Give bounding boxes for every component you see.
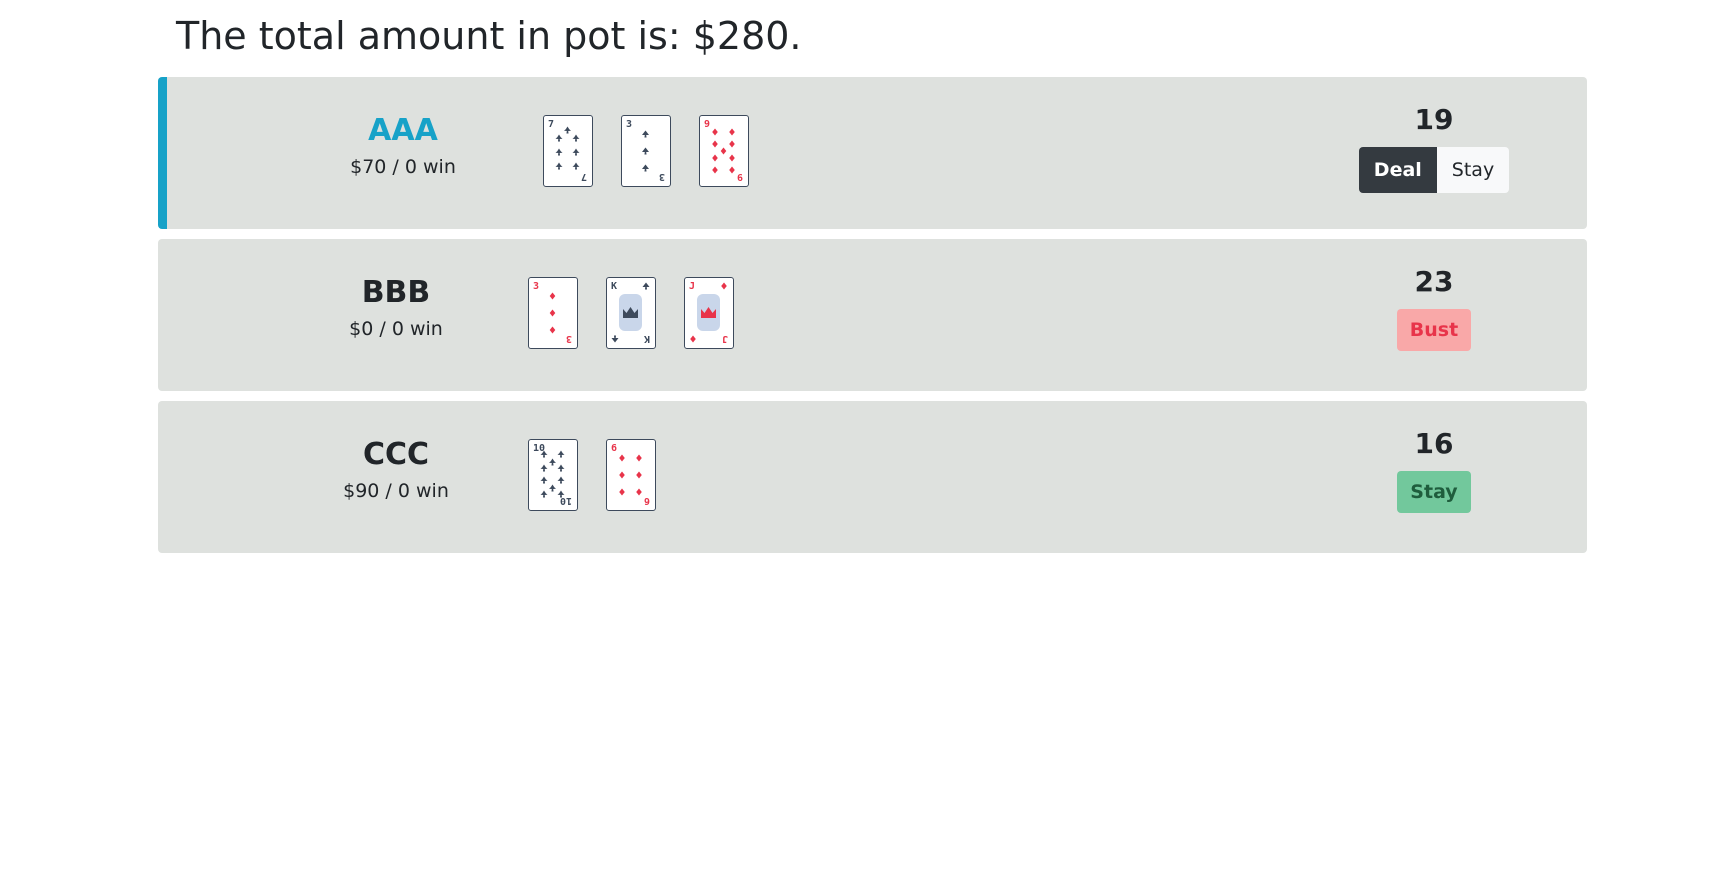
player-row-aaa: AAA $70 / 0 win 77 33 99 19 Deal Stay (158, 77, 1587, 229)
diamonds-card-face: 33 (533, 281, 572, 344)
player-info: CCC $90 / 0 win (296, 437, 496, 505)
hand-area: 19 Deal Stay (1334, 103, 1534, 193)
card-rank: 6 (644, 495, 650, 506)
hand-area: 23 Bust (1334, 265, 1534, 351)
player-money: $0 / 0 win (349, 318, 443, 340)
player-money: $90 / 0 win (343, 480, 449, 502)
hand-score: 23 (1414, 265, 1454, 298)
diamonds-pips (712, 128, 735, 174)
player-name: AAA (368, 113, 438, 148)
players-list: AAA $70 / 0 win 77 33 99 19 Deal Stay BB… (158, 77, 1587, 563)
playing-card: JJ (684, 277, 734, 349)
hand-score: 16 (1414, 427, 1454, 460)
clubs-card-face: 1010 (533, 443, 572, 506)
card-rank: 3 (566, 333, 572, 344)
player-name: CCC (362, 437, 430, 472)
card-rank: 6 (611, 443, 617, 454)
player-info: BBB $0 / 0 win (296, 275, 496, 343)
card-rank: K (611, 281, 617, 292)
action-buttons: Deal Stay (1358, 147, 1510, 193)
stay-button[interactable]: Stay (1436, 147, 1510, 193)
pot-title: The total amount in pot is: $280. (176, 14, 802, 58)
playing-card: 10 10 (528, 439, 578, 511)
player-money: $70 / 0 win (350, 156, 456, 178)
clubs-pips (540, 450, 565, 498)
card-rank: 7 (548, 119, 554, 130)
card-rank: 3 (659, 171, 665, 182)
card-rank: 9 (704, 119, 710, 130)
playing-card: KK (606, 277, 656, 349)
hand-score: 19 (1414, 103, 1454, 136)
diamonds-pips (549, 292, 556, 334)
player-row-ccc: CCC $90 / 0 win 10 10 66 16 Stay (158, 401, 1587, 553)
clubs-card-face: 77 (548, 119, 587, 182)
player-cards: 10 10 66 (528, 439, 656, 511)
playing-card: 33 (621, 115, 671, 187)
deal-button[interactable]: Deal (1358, 147, 1437, 193)
card-rank: 7 (581, 171, 587, 182)
diamonds-card-face: 66 (611, 443, 650, 506)
hand-area: 16 Stay (1334, 427, 1534, 513)
card-rank: 3 (533, 281, 539, 292)
spades-card-face: KK (611, 281, 650, 344)
card-rank: K (644, 333, 650, 344)
playing-card: 33 (528, 277, 578, 349)
player-info: AAA $70 / 0 win (303, 113, 503, 181)
player-name: BBB (361, 275, 431, 310)
playing-card: 66 (606, 439, 656, 511)
spades-pips (642, 130, 649, 172)
bust-badge: Bust (1397, 309, 1471, 351)
player-cards: 33 KK JJ (528, 277, 734, 349)
diamonds-card-face: JJ (689, 281, 728, 344)
player-row-bbb: BBB $0 / 0 win 33 KK JJ 23 Bust (158, 239, 1587, 391)
blackjack-table: The total amount in pot is: $280. AAA $7… (0, 0, 1722, 869)
card-rank: J (689, 281, 695, 292)
player-cards: 77 33 99 (543, 115, 749, 187)
diamonds-card-face: 99 (704, 119, 743, 182)
card-rank: 3 (626, 119, 632, 130)
playing-card: 99 (699, 115, 749, 187)
card-rank: J (722, 333, 728, 344)
card-rank: 9 (737, 171, 743, 182)
playing-card: 77 (543, 115, 593, 187)
spades-card-face: 33 (626, 119, 665, 182)
stay-badge: Stay (1397, 471, 1471, 513)
diamonds-pips (619, 454, 642, 496)
clubs-pips (555, 126, 580, 170)
